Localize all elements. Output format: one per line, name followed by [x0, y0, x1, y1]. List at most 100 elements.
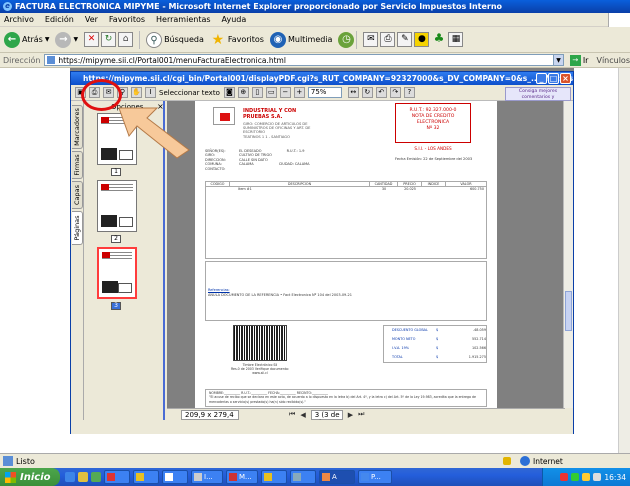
menu-archivo[interactable]: Archivo — [4, 15, 34, 24]
taskbar-item[interactable]: P... — [358, 470, 392, 484]
menu-edicion[interactable]: Edición — [45, 15, 74, 24]
zoom-select[interactable]: 75% — [307, 87, 342, 98]
history-icon[interactable]: ◷ — [338, 31, 355, 48]
scrollbar-thumb[interactable] — [565, 291, 572, 331]
forward-arrow-icon: → — [55, 31, 72, 48]
table-row: Item #1 30 20.025 600.750 — [206, 187, 486, 192]
pdf-scrollbar[interactable] — [563, 101, 573, 408]
quick-launch — [65, 472, 104, 482]
maximize-button[interactable]: □ — [548, 73, 559, 84]
clover-icon[interactable]: ♣ — [431, 32, 446, 47]
page-number-selected[interactable]: 3 — [111, 302, 121, 310]
taskbar-item[interactable] — [290, 470, 316, 484]
hand-tool-icon[interactable]: ✋ — [131, 87, 142, 98]
zoom-icon[interactable]: ⊕ — [237, 87, 249, 98]
research-icon[interactable]: ▦ — [448, 32, 464, 47]
page-number[interactable]: 2 — [111, 235, 121, 243]
timbre-line: www.sii.cl — [252, 370, 268, 375]
page-thumbnail[interactable] — [97, 180, 137, 232]
taskbar-item[interactable]: M... — [226, 470, 258, 484]
total-value: 1.915.275 — [468, 355, 486, 359]
timbre-text: Timbre Electrónico SII Res.0 de 2003 Ver… — [225, 363, 295, 375]
task-label: P... — [371, 473, 381, 481]
go-button[interactable]: → Ir — [569, 54, 589, 66]
fit-width-icon[interactable]: ↔ — [347, 87, 359, 98]
page-thumbnail-selected[interactable] — [97, 247, 137, 299]
promo-banner[interactable]: Consiga mejores comentarios y aprobacion… — [505, 87, 571, 101]
redo-icon[interactable]: ↷ — [389, 87, 401, 98]
tab-paginas[interactable]: Páginas — [72, 211, 83, 245]
clock[interactable]: 16:34 — [604, 473, 626, 482]
rotate-icon[interactable]: ↻ — [361, 87, 373, 98]
page-background-left — [0, 68, 70, 453]
go-arrow-icon: → — [569, 54, 581, 66]
thumb-box — [119, 217, 133, 227]
page-icon — [47, 56, 56, 64]
menu-ayuda[interactable]: Ayuda — [222, 15, 247, 24]
taskbar-item[interactable] — [104, 470, 130, 484]
signature-box: NOMBRE:__________ R.U.T.:__________ FECH… — [205, 389, 487, 407]
client-value: CULTIVO DE TRIGO — [239, 153, 272, 158]
links-label[interactable]: Vínculos — [596, 56, 630, 65]
go-label: Ir — [582, 55, 589, 65]
favorites-button[interactable]: ★ Favoritos — [210, 32, 264, 48]
volume-icon[interactable] — [593, 473, 602, 481]
help-icon[interactable]: ? — [403, 87, 415, 98]
messenger-icon[interactable]: ● — [414, 32, 430, 47]
taskbar-item[interactable] — [162, 470, 188, 484]
chevron-down-icon[interactable]: ▼ — [45, 36, 50, 43]
folder-quicklaunch-icon[interactable] — [78, 472, 88, 482]
tray-icon[interactable] — [560, 473, 569, 481]
zoom-out-icon[interactable]: − — [279, 87, 291, 98]
next-page-icon[interactable]: ▶ — [348, 411, 353, 419]
cell-price: 20.025 — [404, 187, 416, 191]
start-button[interactable]: Inicio — [0, 468, 60, 486]
home-icon[interactable]: ⌂ — [118, 32, 134, 47]
refresh-icon[interactable]: ↻ — [101, 32, 117, 47]
address-input[interactable]: https://mipyme.sii.cl/Portal001/menuFact… — [44, 54, 555, 66]
menu-herramientas[interactable]: Herramientas — [156, 15, 211, 24]
navigation-tabs: Marcadores Firmas Capas Páginas — [71, 101, 84, 420]
page-number-input[interactable]: 3 (3 de 3) — [310, 409, 343, 427]
address-dropdown[interactable]: ▼ — [553, 54, 564, 66]
back-button[interactable]: ← Atrás ▼ — [4, 31, 50, 48]
page-icon[interactable]: ▯ — [251, 87, 263, 98]
cell-index — [422, 187, 446, 192]
select-text-button[interactable]: Seleccionar texto — [159, 89, 220, 97]
menu-ver[interactable]: Ver — [85, 15, 98, 24]
chevron-down-icon[interactable]: ▼ — [73, 36, 78, 43]
globe-icon — [520, 456, 530, 466]
fit-page-icon[interactable]: ▭ — [265, 87, 277, 98]
highlight-circle — [81, 79, 122, 111]
minimize-button[interactable]: _ — [536, 73, 547, 84]
text-select-icon[interactable]: I — [145, 87, 156, 98]
client-info: SEÑOR(ES): EL DESEADO R.U.T.: 1-9 GIRO: CU… — [205, 149, 365, 171]
page-number[interactable]: 1 — [111, 168, 121, 176]
taskbar-item[interactable]: I... — [191, 470, 223, 484]
snapshot-icon[interactable]: ◙ — [223, 87, 235, 98]
desktop-quicklaunch-icon[interactable] — [91, 472, 101, 482]
last-page-icon[interactable]: ⏭ — [358, 410, 364, 419]
total-row: DESCUENTO GLOBAL $ -48.059 — [384, 326, 486, 335]
zoom-in-icon[interactable]: + — [293, 87, 305, 98]
edit-icon[interactable]: ✎ — [397, 32, 413, 47]
tray-icon[interactable] — [571, 473, 580, 481]
multimedia-button[interactable]: ◉ Multimedia — [269, 31, 332, 48]
search-button[interactable]: ⚲ Búsqueda — [146, 31, 204, 48]
undo-icon[interactable]: ↶ — [375, 87, 387, 98]
menu-favoritos[interactable]: Favoritos — [109, 15, 145, 24]
stop-icon[interactable]: ✕ — [84, 32, 100, 47]
prev-page-icon[interactable]: ◀ — [300, 411, 305, 419]
taskbar-item-active[interactable]: A — [319, 470, 355, 484]
taskbar-item[interactable] — [133, 470, 159, 484]
mail-icon[interactable]: ✉ — [363, 32, 379, 47]
browser-scrollbar[interactable] — [618, 68, 630, 453]
search-icon: ⚲ — [146, 31, 163, 48]
close-button[interactable]: × — [560, 73, 571, 84]
tray-icon[interactable] — [582, 473, 591, 481]
ie-quicklaunch-icon[interactable] — [65, 472, 75, 482]
print-icon[interactable]: ⎙ — [380, 32, 396, 47]
forward-button[interactable]: → ▼ — [55, 31, 78, 48]
taskbar-item[interactable] — [261, 470, 287, 484]
first-page-icon[interactable]: ⏮ — [289, 410, 295, 419]
